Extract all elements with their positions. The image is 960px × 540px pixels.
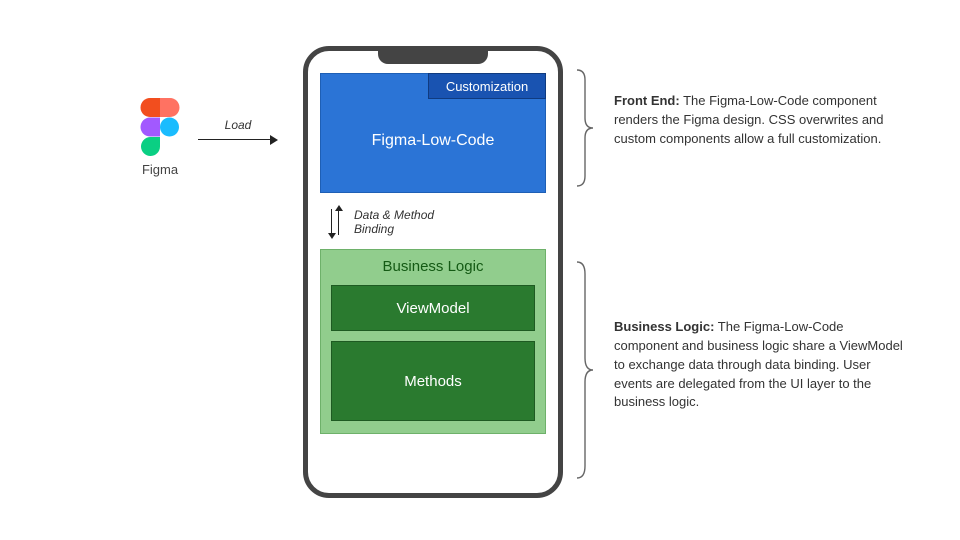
- phone-mockup: Customization Figma-Low-Code Data & Meth…: [303, 46, 563, 498]
- brace-frontend-icon: [575, 68, 595, 188]
- business-logic-description: Business Logic: The Figma-Low-Code compo…: [614, 318, 904, 412]
- business-logic-box: Business Logic ViewModel Methods: [320, 249, 546, 434]
- phone-screen: Customization Figma-Low-Code Data & Meth…: [320, 73, 546, 481]
- brace-business-logic-icon: [575, 260, 595, 480]
- binding-block: Data & Method Binding: [326, 205, 546, 239]
- figma-icon: [140, 98, 180, 156]
- methods-box: Methods: [331, 341, 535, 421]
- business-logic-title: Business Logic: [331, 258, 535, 275]
- figma-label: Figma: [142, 162, 178, 177]
- bidirectional-arrows-icon: [326, 205, 344, 239]
- arrow-right-icon: [198, 134, 278, 146]
- viewmodel-box: ViewModel: [331, 285, 535, 331]
- load-label: Load: [225, 118, 252, 132]
- phone-notch: [378, 50, 488, 64]
- figma-logo-block: Figma: [130, 98, 190, 177]
- binding-label: Data & Method Binding: [354, 208, 434, 237]
- frontend-description: Front End: The Figma-Low-Code component …: [614, 92, 904, 149]
- frontend-label: Figma-Low-Code: [321, 132, 545, 150]
- bl-desc-title: Business Logic:: [614, 319, 714, 334]
- frontend-desc-title: Front End:: [614, 93, 680, 108]
- frontend-box: Customization Figma-Low-Code: [320, 73, 546, 193]
- customization-tab: Customization: [428, 73, 546, 99]
- load-arrow: Load: [198, 118, 278, 146]
